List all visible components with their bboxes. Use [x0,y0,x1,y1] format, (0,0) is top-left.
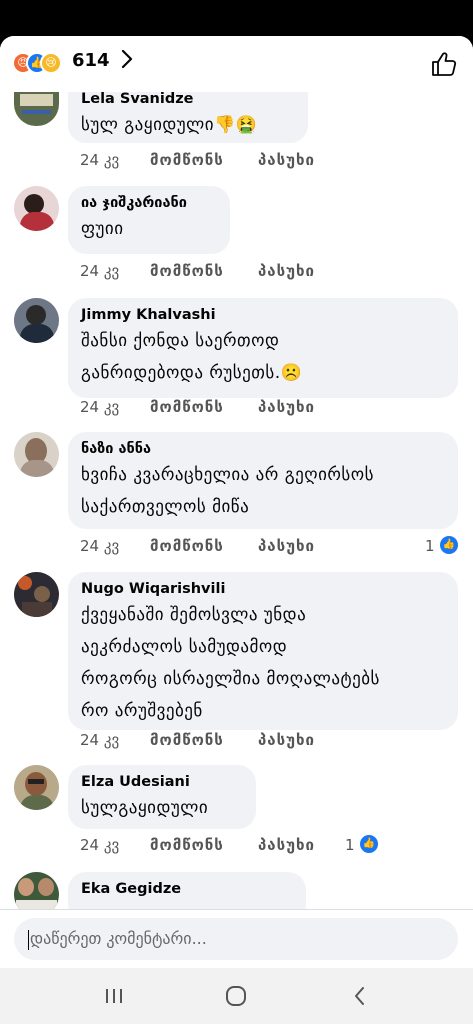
recent-apps-icon[interactable] [101,984,127,1008]
comment-text: სულგაყიდული [81,798,209,818]
system-navigation-bar [0,968,473,1024]
status-bar [0,0,473,36]
like-button[interactable]: მომწონს [150,398,224,416]
avatar[interactable] [14,765,59,810]
reply-button[interactable]: პასუხი [258,151,315,169]
comment-timestamp[interactable]: 24 კვ [80,151,119,169]
comment-bubble[interactable]: Nugo Wiqarishvili ქვეყანაში შემოსვლა უნდ… [68,572,458,730]
like-button[interactable]: მომწონს [150,731,224,749]
comment-bubble[interactable]: Elza Udesiani სულგაყიდული [68,765,256,829]
comments-sheet: 😠 👍 😢 614 Lela Svanidze სულ გაყიდული👎🤮 2… [0,36,473,968]
reply-button[interactable]: პასუხი [258,398,315,416]
comment-author[interactable]: ია ჯიშკარიანი [81,194,217,213]
like-button[interactable]: მომწონს [150,836,224,854]
comment-author[interactable]: Nugo Wiqarishvili [81,580,445,599]
comment-bubble[interactable]: ნაზი ანნა ხვიჩა კვარაცხელია არ გეღირსოს … [68,432,458,529]
comment-author[interactable]: Elza Udesiani [81,773,243,792]
text-caret [28,929,29,950]
comment-bubble[interactable]: Lela Svanidze სულ გაყიდული👎🤮 [68,88,308,143]
comment-composer: დაწერეთ კომენტარი... [0,909,473,968]
comment-text: ქვეყანაში შემოსვლა უნდა [81,605,307,625]
avatar[interactable] [14,186,59,231]
comment-text: აეკრძალოს სამუდამოდ [81,637,288,657]
comment-input[interactable]: დაწერეთ კომენტარი... [14,918,458,960]
comment-text: როგორც ისრაელშია მოღალატებს [81,669,380,689]
reaction-count[interactable]: 614 [72,50,110,71]
like-reaction-icon[interactable]: 👍 [360,835,378,853]
avatar[interactable] [14,298,59,343]
comment-text: რო არუშვებენ [81,701,203,721]
reaction-count[interactable]: 1 [425,537,435,555]
like-button[interactable]: მომწონს [150,262,224,280]
comment-text: განრიდებოდა რუსეთს.☹️ [81,363,303,383]
comment-author[interactable]: Eka Gegidze [81,880,293,899]
comment-bubble[interactable]: Jimmy Khalvashi შანსი ქონდა საერთოდ განრ… [68,298,458,398]
comment-bubble[interactable]: ია ჯიშკარიანი ფუიი [68,186,230,254]
avatar[interactable] [14,88,59,126]
like-button[interactable]: მომწონს [150,537,224,555]
comment-text: სულ გაყიდული👎🤮 [81,115,258,135]
home-icon[interactable] [223,984,249,1008]
comment-timestamp[interactable]: 24 კვ [80,262,119,280]
back-icon[interactable] [347,984,373,1008]
like-button[interactable]: მომწონს [150,151,224,169]
avatar[interactable] [14,572,59,617]
comment-author[interactable]: Lela Svanidze [81,90,295,109]
reaction-count[interactable]: 1 [345,836,355,854]
reply-button[interactable]: პასუხი [258,537,315,555]
comment-author[interactable]: ნაზი ანნა [81,440,445,459]
comment-text: საქართველოს მიწა [81,497,250,517]
comment-text: ფუიი [81,219,124,239]
reply-button[interactable]: პასუხი [258,836,315,854]
comment-author[interactable]: Jimmy Khalvashi [81,306,445,325]
comment-timestamp[interactable]: 24 კვ [80,537,119,555]
comment-input-placeholder: დაწერეთ კომენტარი... [30,929,207,948]
sad-reaction-icon: 😢 [40,52,62,74]
thumbs-up-icon[interactable] [430,50,458,78]
reply-button[interactable]: პასუხი [258,731,315,749]
comment-timestamp[interactable]: 24 კვ [80,731,119,749]
comment-text: ხვიჩა კვარაცხელია არ გეღირსოს [81,465,375,485]
reactions-header[interactable]: 😠 👍 😢 614 [0,36,473,92]
comment-text: შანსი ქონდა საერთოდ [81,331,280,351]
reply-button[interactable]: პასუხი [258,262,315,280]
comment-timestamp[interactable]: 24 კვ [80,836,119,854]
chevron-right-icon[interactable] [119,48,135,70]
avatar[interactable] [14,432,59,477]
comment-timestamp[interactable]: 24 კვ [80,398,119,416]
like-reaction-icon[interactable]: 👍 [440,536,458,554]
